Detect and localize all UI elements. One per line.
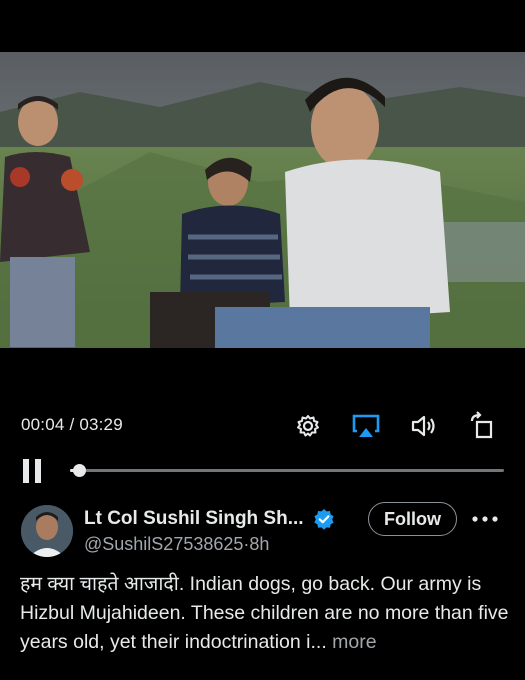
author-name[interactable]: Lt Col Sushil Singh Sh...	[84, 508, 304, 530]
tweet-text: हम क्या चाहते आजादी. Indian dogs, go bac…	[20, 570, 510, 657]
video-still-image	[0, 52, 525, 348]
verified-badge-icon	[313, 508, 335, 530]
gear-icon[interactable]	[292, 410, 324, 442]
time-separator: /	[64, 415, 80, 434]
video-frame[interactable]	[0, 52, 525, 348]
follow-button[interactable]: Follow	[368, 502, 457, 536]
time-display: 00:04 / 03:29	[21, 415, 123, 435]
rotate-screen-icon[interactable]	[466, 410, 498, 442]
seek-bar-row	[0, 455, 525, 487]
tweet-body: हम क्या चाहते आजादी. Indian dogs, go bac…	[20, 573, 509, 653]
tweet-header: Lt Col Sushil Singh Sh... @SushilS275386…	[0, 502, 525, 562]
airplay-icon[interactable]	[350, 410, 382, 442]
seek-bar-handle[interactable]	[72, 464, 86, 477]
pause-icon[interactable]	[20, 458, 48, 484]
speaker-icon[interactable]	[408, 410, 440, 442]
post-time[interactable]: 8h	[249, 534, 269, 554]
duration: 03:29	[79, 415, 123, 434]
handle-line: @SushilS27538625·8h	[84, 534, 269, 555]
more-options-icon[interactable]	[470, 510, 500, 528]
author-handle[interactable]: @SushilS27538625	[84, 534, 243, 554]
player-controls: 00:04 / 03:29	[0, 410, 525, 442]
current-time: 00:04	[21, 415, 65, 434]
show-more-link[interactable]: more	[332, 631, 376, 653]
avatar[interactable]	[21, 505, 73, 557]
seek-bar[interactable]	[70, 464, 504, 477]
